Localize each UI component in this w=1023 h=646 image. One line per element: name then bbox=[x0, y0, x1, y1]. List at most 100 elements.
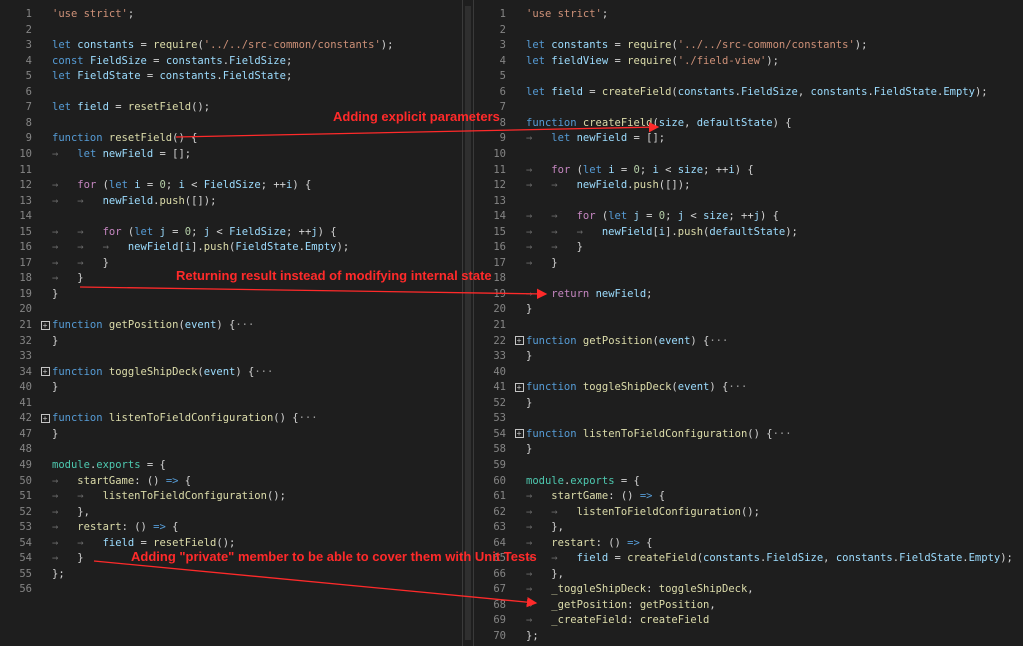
line-number: 6 bbox=[499, 85, 506, 98]
code-line[interactable]: 1 'use strict'; bbox=[474, 7, 1023, 23]
code-line[interactable]: 53 bbox=[474, 411, 1023, 427]
code-line[interactable]: 16 → → } bbox=[474, 240, 1023, 256]
code-line[interactable]: 51 → → listenToFieldConfiguration(); bbox=[0, 489, 462, 505]
code-line[interactable]: 50 → startGame: () => { bbox=[0, 474, 462, 490]
code-line[interactable]: 59 bbox=[474, 458, 1023, 474]
code-line[interactable]: 11 bbox=[0, 163, 462, 179]
code-line[interactable]: 6 let field = createField(constants.Field… bbox=[474, 85, 1023, 101]
code-line[interactable]: 3 let constants = require('../../src-comm… bbox=[0, 38, 462, 54]
code-line[interactable]: 2 bbox=[0, 23, 462, 39]
fold-expand-icon[interactable]: + bbox=[512, 334, 526, 350]
code-line[interactable]: 13 bbox=[474, 194, 1023, 210]
code-line[interactable]: 10 bbox=[474, 147, 1023, 163]
code-line[interactable]: 3 let constants = require('../../src-comm… bbox=[474, 38, 1023, 54]
code-line[interactable]: 56 bbox=[0, 582, 462, 598]
code-line[interactable]: 8 function createField(size, defaultState… bbox=[474, 116, 1023, 132]
code-line[interactable]: 14 → → for (let j = 0; j < size; ++j) { bbox=[474, 209, 1023, 225]
code-line[interactable]: 1 'use strict'; bbox=[0, 7, 462, 23]
code-line[interactable]: 22 + function getPosition(event) {··· bbox=[474, 334, 1023, 350]
code-text: → → newField.push([]); bbox=[526, 179, 691, 192]
code-line[interactable]: 69 → _createField: createField bbox=[474, 613, 1023, 629]
code-line[interactable]: 32} bbox=[0, 334, 462, 350]
code-line[interactable]: 19} bbox=[0, 287, 462, 303]
code-text: → restart: () => { bbox=[526, 536, 653, 549]
code-line[interactable]: 40} bbox=[0, 380, 462, 396]
code-text: let fieldView = require('./field-view'); bbox=[526, 54, 779, 67]
fold-expand-icon[interactable]: + bbox=[512, 380, 526, 396]
code-line[interactable]: 20 bbox=[0, 302, 462, 318]
code-line[interactable]: 66 → }, bbox=[474, 567, 1023, 583]
code-line[interactable]: 64 → restart: () => { bbox=[474, 536, 1023, 552]
code-line[interactable]: 34 + function toggleShipDeck(event) {··· bbox=[0, 365, 462, 381]
code-line[interactable]: 61 → startGame: () => { bbox=[474, 489, 1023, 505]
code-line[interactable]: 62 → → listenToFieldConfiguration(); bbox=[474, 505, 1023, 521]
code-line[interactable]: 52} bbox=[474, 396, 1023, 412]
line-number: 18 bbox=[19, 272, 32, 285]
code-line[interactable]: 15 → → for (let j = 0; j < FieldSize; ++j… bbox=[0, 225, 462, 241]
code-line[interactable]: 33 bbox=[0, 349, 462, 365]
code-text: → } bbox=[52, 272, 84, 285]
code-line[interactable]: 12 → → newField.push([]); bbox=[474, 178, 1023, 194]
code-line[interactable]: 58} bbox=[474, 442, 1023, 458]
code-text: let field = resetField(); bbox=[52, 101, 211, 114]
code-line[interactable]: 48 bbox=[0, 442, 462, 458]
code-line[interactable]: 16 → → → newField[i].push(FieldState.Empt… bbox=[0, 240, 462, 256]
code-line[interactable]: 6 bbox=[0, 85, 462, 101]
code-line[interactable]: 18 bbox=[474, 271, 1023, 287]
code-line[interactable]: 65 → → field = createField(constants.Fiel… bbox=[474, 551, 1023, 567]
code-line[interactable]: 40 bbox=[474, 365, 1023, 381]
code-line[interactable]: 2 bbox=[474, 23, 1023, 39]
fold-expand-icon[interactable]: + bbox=[38, 411, 52, 427]
fold-expand-icon[interactable]: + bbox=[38, 365, 52, 381]
code-line[interactable]: 9 → let newField = []; bbox=[474, 131, 1023, 147]
code-line[interactable]: 10 → let newField = []; bbox=[0, 147, 462, 163]
code-line[interactable]: 4 let fieldView = require('./field-view')… bbox=[474, 54, 1023, 70]
code-line[interactable]: 21 + function getPosition(event) {··· bbox=[0, 318, 462, 334]
code-line[interactable]: 49 module.exports = { bbox=[0, 458, 462, 474]
fold-expand-icon[interactable]: + bbox=[38, 318, 52, 334]
code-line[interactable]: 41 + function toggleShipDeck(event) {··· bbox=[474, 380, 1023, 396]
code-line[interactable]: 41 bbox=[0, 396, 462, 412]
code-line[interactable]: 5 bbox=[474, 69, 1023, 85]
line-number: 9 bbox=[499, 132, 506, 145]
code-line[interactable]: 55}; bbox=[0, 567, 462, 583]
code-line[interactable]: 47} bbox=[0, 427, 462, 443]
code-text: → for (let i = 0; i < size; ++i) { bbox=[526, 163, 754, 176]
right-editor-pane[interactable]: 1 'use strict'; 2 3 let constants = require(… bbox=[474, 0, 1023, 646]
line-number: 54 bbox=[493, 427, 506, 440]
code-line[interactable]: 14 bbox=[0, 209, 462, 225]
code-line[interactable]: 5 let FieldState = constants.FieldState; bbox=[0, 69, 462, 85]
code-line[interactable]: 20} bbox=[474, 302, 1023, 318]
line-number: 67 bbox=[493, 583, 506, 596]
code-line[interactable]: 11 → for (let i = 0; i < size; ++i) { bbox=[474, 163, 1023, 179]
code-text: → _createField: createField bbox=[526, 614, 710, 627]
code-line[interactable]: 19 → return newField; bbox=[474, 287, 1023, 303]
code-text: → → for (let j = 0; j < size; ++j) { bbox=[526, 210, 779, 223]
line-number: 33 bbox=[19, 350, 32, 363]
line-number: 12 bbox=[493, 179, 506, 192]
code-line[interactable]: 13 → → newField.push([]); bbox=[0, 194, 462, 210]
code-line[interactable]: 21 bbox=[474, 318, 1023, 334]
code-line[interactable]: 63 → }, bbox=[474, 520, 1023, 536]
scrollbar-thumb[interactable] bbox=[465, 6, 471, 640]
code-line[interactable]: 4 const FieldSize = constants.FieldSize; bbox=[0, 54, 462, 70]
code-line[interactable]: 15 → → → newField[i].push(defaultState); bbox=[474, 225, 1023, 241]
code-line[interactable]: 9 function resetField() { bbox=[0, 131, 462, 147]
line-number: 4 bbox=[25, 54, 32, 67]
code-text: function createField(size, defaultState)… bbox=[526, 116, 792, 129]
code-line[interactable]: 60 module.exports = { bbox=[474, 474, 1023, 490]
fold-expand-icon[interactable]: + bbox=[512, 427, 526, 443]
line-number: 55 bbox=[19, 567, 32, 580]
code-line[interactable]: 33} bbox=[474, 349, 1023, 365]
code-line[interactable]: 54 + function listenToFieldConfiguration()… bbox=[474, 427, 1023, 443]
code-line[interactable]: 68 → _getPosition: getPosition, bbox=[474, 598, 1023, 614]
code-line[interactable]: 53 → restart: () => { bbox=[0, 520, 462, 536]
code-line[interactable]: 52 → }, bbox=[0, 505, 462, 521]
code-line[interactable]: 17 → } bbox=[474, 256, 1023, 272]
code-text: → for (let i = 0; i < FieldSize; ++i) { bbox=[52, 179, 312, 192]
code-line[interactable]: 70}; bbox=[474, 629, 1023, 645]
code-line[interactable]: 7 bbox=[474, 100, 1023, 116]
code-line[interactable]: 67 → _toggleShipDeck: toggleShipDeck, bbox=[474, 582, 1023, 598]
code-line[interactable]: 12 → for (let i = 0; i < FieldSize; ++i) … bbox=[0, 178, 462, 194]
code-line[interactable]: 42 + function listenToFieldConfiguration()… bbox=[0, 411, 462, 427]
